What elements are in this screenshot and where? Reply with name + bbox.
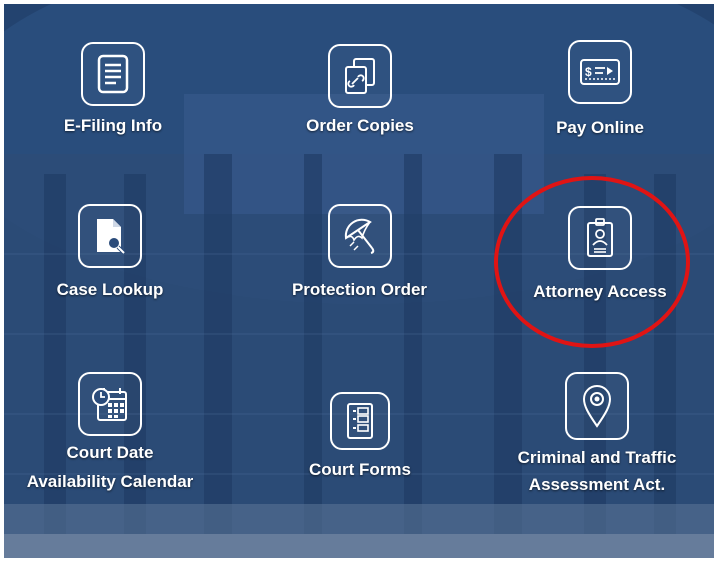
tile-label-line-1: Criminal and Traffic — [517, 448, 677, 467]
tile-label-line-2: Assessment Act. — [528, 475, 666, 494]
form-icon — [330, 392, 390, 450]
tile-label-line-1: Court Date — [66, 443, 154, 462]
tile-label: Court Date Availability Calendar — [27, 438, 194, 496]
tile-court-date-calendar[interactable]: Court Date Availability Calendar — [10, 372, 210, 496]
tile-label: Case Lookup — [56, 280, 164, 299]
tile-pay-online[interactable]: $ Pay Online — [540, 40, 660, 141]
umbrella-icon — [327, 204, 392, 268]
tile-label: Protection Order — [291, 280, 428, 299]
calendar-clock-icon — [78, 372, 142, 436]
file-search-icon — [78, 204, 142, 268]
tile-criminal-traffic-assessment[interactable]: Criminal and Traffic Assessment Act. — [493, 372, 701, 498]
tile-label: Attorney Access — [533, 282, 667, 301]
tile-e-filing-info[interactable]: E-Filing Info — [58, 42, 168, 139]
tile-order-copies[interactable]: Order Copies — [285, 44, 435, 139]
document-icon — [81, 42, 145, 106]
tile-label-line-2: Availability Calendar — [26, 472, 194, 491]
tile-label: Court Forms — [309, 460, 411, 479]
check-payment-icon: $ — [568, 40, 632, 104]
tile-attorney-access[interactable]: Attorney Access — [515, 206, 685, 305]
copy-pages-icon — [328, 44, 392, 108]
tile-case-lookup[interactable]: Case Lookup — [45, 204, 175, 303]
location-pin-icon — [565, 372, 629, 440]
tile-label: Order Copies — [306, 116, 414, 135]
tile-label: E-Filing Info — [63, 116, 163, 135]
tile-label: Criminal and Traffic Assessment Act. — [518, 444, 677, 498]
tile-protection-order[interactable]: Protection Order — [272, 204, 447, 303]
tile-court-forms[interactable]: Court Forms — [290, 392, 430, 483]
svg-text:$: $ — [585, 65, 592, 79]
id-badge-icon — [568, 206, 632, 270]
tile-label: Pay Online — [556, 118, 644, 137]
